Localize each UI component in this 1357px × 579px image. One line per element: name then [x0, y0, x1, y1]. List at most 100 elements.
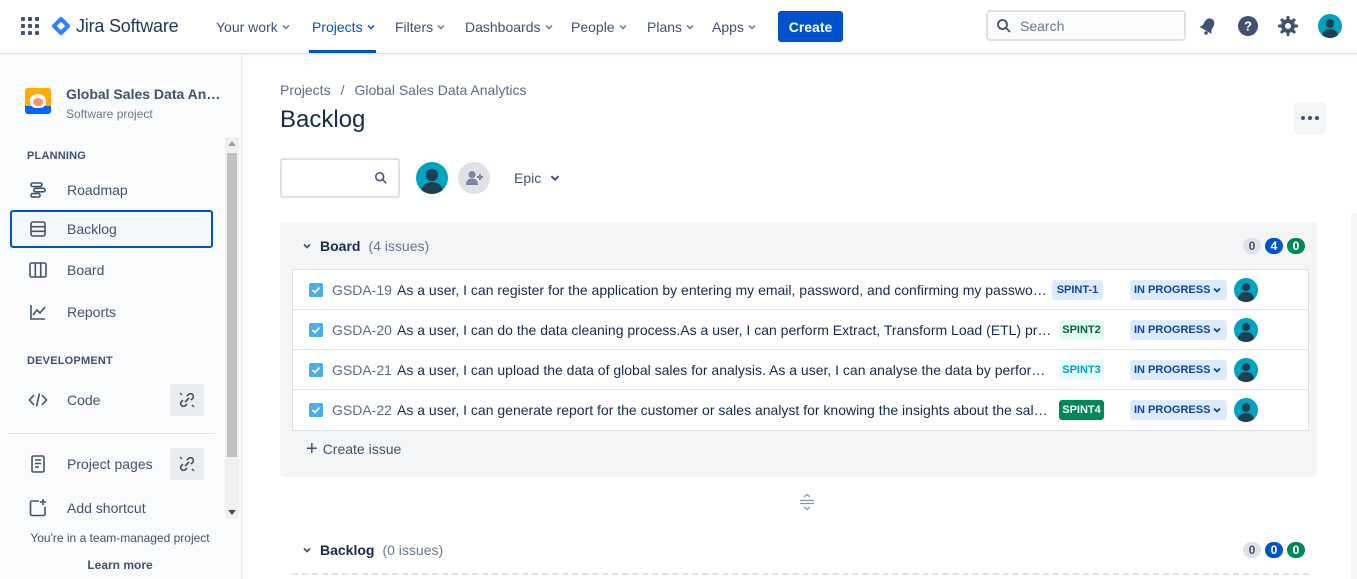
assignee-avatar[interactable] [1234, 357, 1258, 382]
sidebar-item-label: Backlog [67, 221, 117, 237]
jira-logo[interactable]: Jira Software [51, 14, 179, 38]
epic-filter-dropdown[interactable]: Epic [514, 170, 561, 186]
more-actions-button[interactable] [1294, 102, 1326, 134]
nav-people[interactable]: People [571, 18, 628, 36]
sidebar-item-roadmap[interactable]: Roadmap [10, 171, 213, 209]
add-people-button[interactable] [458, 162, 490, 194]
inprogress-count-badge: 4 [1265, 238, 1283, 254]
ellipsis-dot [1315, 116, 1319, 120]
sprint-lozenge[interactable]: SPINT4 [1059, 400, 1104, 420]
board-status-counts: 0 4 0 [1239, 238, 1305, 254]
issue-summary[interactable]: As a user, I can register for the applic… [397, 282, 1047, 298]
help-icon[interactable]: ? [1236, 14, 1260, 38]
issue-key[interactable]: GSDA-20 [332, 322, 392, 338]
issue-row[interactable]: GSDA-22 As a user, I can generate report… [293, 390, 1308, 430]
status-dropdown[interactable]: IN PROGRESS [1130, 400, 1228, 420]
svg-text:?: ? [1244, 19, 1252, 34]
issue-key[interactable]: GSDA-22 [332, 402, 392, 418]
status-dropdown[interactable]: IN PROGRESS [1130, 319, 1228, 340]
plus-icon: + [306, 438, 318, 460]
issue-row[interactable]: GSDA-20 As a user, I can do the data cle… [293, 310, 1308, 350]
nav-filters[interactable]: Filters [395, 18, 446, 36]
link-broken-icon [179, 456, 195, 472]
issue-summary[interactable]: As a user, I can generate report for the… [397, 402, 1049, 418]
nav-dashboards-label: Dashboards [465, 19, 541, 35]
issue-row[interactable]: GSDA-19 As a user, I can register for th… [293, 270, 1308, 310]
team-managed-note: You're in a team-managed project [30, 531, 210, 545]
chevron-down-icon[interactable] [302, 241, 312, 251]
pages-unlinked-badge[interactable] [170, 448, 204, 480]
sidebar-item-backlog[interactable]: Backlog [10, 210, 213, 248]
board-issue-count: (4 issues) [368, 238, 430, 254]
chevron-down-icon [437, 24, 445, 30]
status-dropdown[interactable]: IN PROGRESS [1130, 279, 1228, 300]
project-name[interactable]: Global Sales Data Anal... [66, 86, 226, 102]
nav-plans-label: Plans [647, 19, 683, 35]
chevron-down-icon [686, 24, 694, 30]
nav-your-work[interactable]: Your work [216, 18, 291, 36]
project-type: Software project [66, 107, 153, 121]
backlog-status-counts: 0 0 0 [1239, 542, 1305, 558]
user-avatar[interactable] [1318, 14, 1342, 38]
sidebar-item-add-shortcut[interactable]: Add shortcut [10, 489, 213, 527]
project-avatar [25, 88, 51, 114]
sidebar-scrollbar[interactable] [225, 137, 239, 519]
page-title: Backlog [280, 106, 366, 133]
scrollbar-thumb[interactable] [227, 153, 237, 457]
issue-key[interactable]: GSDA-19 [332, 282, 392, 298]
sidebar-divider [8, 433, 215, 434]
development-heading: DEVELOPMENT [27, 355, 113, 367]
issue-row[interactable]: GSDA-21 As a user, I can upload the data… [293, 350, 1308, 390]
scroll-up-arrow-icon[interactable] [228, 141, 236, 146]
story-type-icon [309, 403, 323, 417]
nav-apps[interactable]: Apps [712, 18, 757, 36]
sprint-lozenge[interactable]: SPINT3 [1059, 359, 1104, 380]
breadcrumb-project[interactable]: Global Sales Data Analytics [354, 82, 526, 98]
backlog-search-input[interactable] [280, 158, 400, 198]
status-dropdown[interactable]: IN PROGRESS [1130, 359, 1228, 380]
assignee-avatar[interactable] [1234, 398, 1258, 422]
nav-plans[interactable]: Plans [647, 18, 695, 36]
issue-summary[interactable]: As a user, I can upload the data of glob… [397, 362, 1047, 378]
sprint-lozenge[interactable]: SPINT-1 [1052, 279, 1103, 300]
story-type-icon [309, 322, 323, 337]
backlog-section-header[interactable]: Backlog (0 issues) [302, 542, 443, 558]
done-count-badge: 0 [1287, 542, 1305, 558]
assignee-avatar[interactable] [1234, 277, 1258, 302]
done-count-badge: 0 [1287, 238, 1305, 254]
search-input[interactable]: Search [986, 10, 1186, 41]
chevron-down-icon [1213, 407, 1222, 413]
create-issue-button[interactable]: + Create issue [306, 438, 401, 460]
backlog-icon [27, 218, 49, 240]
project-sidebar: Global Sales Data Anal... Software proje… [0, 55, 242, 579]
todo-count-badge: 0 [1243, 238, 1261, 254]
issue-summary[interactable]: As a user, I can do the data cleaning pr… [397, 322, 1052, 338]
ellipsis-dot [1308, 116, 1312, 120]
notifications-icon[interactable] [1196, 14, 1220, 38]
sidebar-item-reports[interactable]: Reports [10, 293, 213, 331]
main-scrollbar[interactable] [1351, 213, 1357, 579]
breadcrumb: Projects / Global Sales Data Analytics [280, 82, 526, 98]
member-avatar[interactable] [416, 162, 448, 194]
sprint-lozenge[interactable]: SPINT2 [1059, 319, 1104, 340]
status-label: IN PROGRESS [1134, 283, 1211, 296]
nav-dashboards[interactable]: Dashboards [465, 18, 554, 36]
nav-projects[interactable]: Projects [312, 18, 376, 36]
top-navigation: Jira Software Your work Projects Filters… [0, 0, 1357, 54]
chevron-down-icon [1213, 367, 1222, 373]
scroll-down-arrow-icon[interactable] [228, 510, 236, 515]
create-button[interactable]: Create [778, 11, 843, 42]
breadcrumb-projects[interactable]: Projects [280, 82, 331, 98]
sidebar-item-board[interactable]: Board [10, 251, 213, 289]
assignee-avatar[interactable] [1234, 317, 1258, 342]
story-type-icon [309, 282, 323, 297]
board-section-header[interactable]: Board (4 issues) [302, 238, 429, 254]
chevron-down-icon[interactable] [302, 545, 312, 555]
learn-more-link[interactable]: Learn more [0, 558, 240, 572]
drag-handle-icon[interactable] [799, 494, 815, 510]
issue-key[interactable]: GSDA-21 [332, 362, 392, 378]
code-unlinked-badge[interactable] [170, 384, 204, 416]
nav-your-work-label: Your work [216, 19, 278, 35]
settings-gear-icon[interactable] [1276, 14, 1300, 38]
app-switcher-icon[interactable] [21, 17, 39, 35]
